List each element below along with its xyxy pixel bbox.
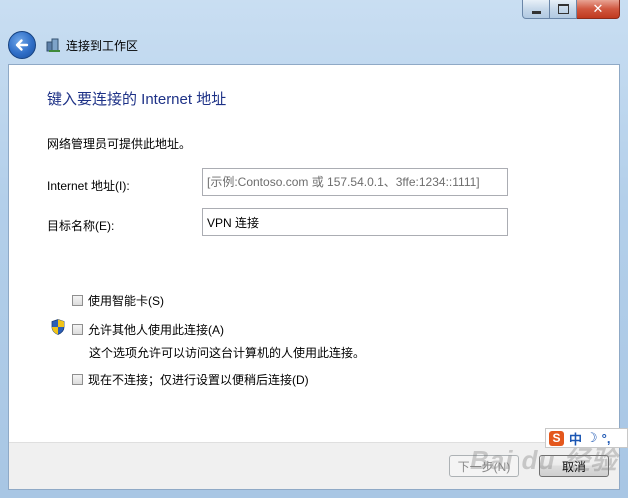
intro-text: 网络管理员可提供此地址。 bbox=[47, 137, 192, 151]
allow-others-option[interactable]: 允许其他人使用此连接(A) bbox=[72, 321, 224, 338]
ime-mode-toggle[interactable]: 中 bbox=[569, 429, 582, 448]
page-title: 键入要连接的 Internet 地址 bbox=[47, 91, 227, 108]
smart-card-label: 使用智能卡(S) bbox=[88, 294, 164, 308]
internet-address-input[interactable] bbox=[202, 168, 508, 196]
window-title: 连接到工作区 bbox=[66, 38, 139, 53]
minimize-icon bbox=[531, 10, 541, 14]
allow-others-checkbox[interactable] bbox=[72, 324, 83, 335]
ime-toolbar[interactable]: S 中 ☽ °, bbox=[545, 428, 628, 448]
back-button[interactable] bbox=[8, 31, 36, 59]
wizard-content: 键入要连接的 Internet 地址 网络管理员可提供此地址。 Internet… bbox=[8, 64, 620, 490]
destination-name-input[interactable] bbox=[202, 208, 508, 236]
allow-others-label: 允许其他人使用此连接(A) bbox=[88, 323, 224, 337]
punctuation-toggle[interactable]: °, bbox=[602, 431, 611, 446]
connect-later-option[interactable]: 现在不连接；仅进行设置以便稍后连接(D) bbox=[72, 371, 309, 388]
allow-others-description: 这个选项允许可以访问这台计算机的人使用此连接。 bbox=[89, 346, 366, 360]
close-button[interactable]: ✕ bbox=[577, 0, 620, 19]
smart-card-checkbox[interactable] bbox=[72, 295, 83, 306]
maximize-icon bbox=[557, 4, 569, 14]
nav-bar: 连接到工作区 bbox=[8, 30, 138, 60]
internet-address-label: Internet 地址(I): bbox=[47, 179, 130, 193]
destination-name-label: 目标名称(E): bbox=[47, 219, 115, 233]
close-icon: ✕ bbox=[592, 1, 604, 17]
window-frame: ✕ 连接到工作区 键入要连接的 Internet 地址 网络管理员可提供此地址。… bbox=[0, 0, 628, 498]
network-icon bbox=[46, 37, 62, 53]
minimize-button[interactable] bbox=[522, 0, 550, 19]
connect-later-checkbox[interactable] bbox=[72, 374, 83, 385]
sogou-logo-icon: S bbox=[549, 430, 564, 446]
caption-buttons: ✕ bbox=[522, 0, 620, 19]
uac-shield-icon bbox=[51, 319, 65, 335]
moon-icon[interactable]: ☽ bbox=[586, 430, 598, 446]
maximize-button[interactable] bbox=[550, 0, 577, 19]
back-arrow-icon bbox=[15, 39, 29, 51]
connect-later-label: 现在不连接；仅进行设置以便稍后连接(D) bbox=[88, 373, 309, 387]
smart-card-option[interactable]: 使用智能卡(S) bbox=[72, 292, 164, 309]
